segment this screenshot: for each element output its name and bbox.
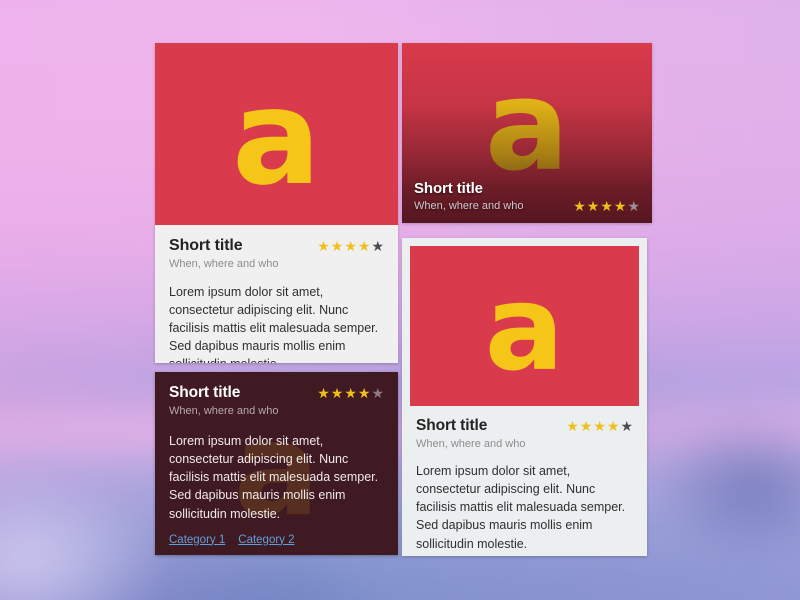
card-framed-title: Short title — [416, 417, 488, 434]
star-icon: ★ — [344, 385, 357, 401]
star-icon: ★ — [586, 198, 600, 214]
card-framed-header: Short title When, where and who ★ ★ ★ ★ … — [416, 417, 633, 451]
category-link-1[interactable]: Category 1 — [169, 534, 225, 546]
star-icon: ★ — [330, 385, 344, 401]
star-icon: ★ — [566, 418, 579, 434]
star-icon: ★ — [330, 238, 344, 254]
star-icon: ★ — [357, 238, 371, 254]
card-dark-title: Short title — [169, 384, 241, 401]
card-grid: a Short title When, where and who ★ ★ ★ … — [0, 0, 800, 600]
card-dark-header: Short title When, where and who ★ ★ ★ ★ … — [169, 384, 384, 418]
media-letter-a-icon: a — [231, 60, 322, 215]
card-standard-excerpt: Lorem ipsum dolor sit amet, consectetur … — [169, 284, 379, 363]
card-framed-excerpt: Lorem ipsum dolor sit amet, consectetur … — [416, 464, 626, 551]
card-dark-rating[interactable]: ★ ★ ★ ★ ★ — [317, 384, 384, 400]
star-icon: ★ — [344, 238, 357, 254]
star-icon: ★ — [600, 198, 613, 214]
card-framed-media[interactable]: a — [410, 246, 639, 406]
star-icon: ★ — [579, 418, 593, 434]
card-framed[interactable]: a Short title When, where and who ★ ★ ★ … — [402, 238, 647, 556]
card-dark-body: Short title When, where and who ★ ★ ★ ★ … — [155, 372, 398, 555]
card-standard-subtitle: When, where and who — [169, 258, 279, 271]
category-link-2[interactable]: Category 2 — [238, 534, 294, 546]
card-standard-media[interactable]: a — [155, 43, 398, 225]
card-overlay-subtitle: When, where and who — [414, 199, 524, 212]
card-dark-subtitle: When, where and who — [169, 404, 279, 417]
star-empty-icon: ★ — [371, 385, 384, 401]
card-dark-categories: Category 1 Category 2 — [169, 534, 384, 546]
card-standard-header: Short title When, where and who ★ ★ ★ ★ … — [169, 237, 384, 272]
card-standard-rating[interactable]: ★ ★ ★ ★ ★ — [317, 237, 384, 253]
star-icon: ★ — [613, 198, 627, 214]
star-empty-icon: ★ — [371, 238, 384, 254]
star-icon: ★ — [593, 418, 606, 434]
star-icon: ★ — [317, 385, 330, 401]
star-empty-icon: ★ — [627, 198, 640, 214]
card-overlay-rating[interactable]: ★ ★ ★ ★ ★ — [573, 197, 640, 213]
star-icon: ★ — [317, 238, 330, 254]
card-overlay-body: Short title When, where and who ★ ★ ★ ★ … — [402, 170, 652, 223]
star-empty-icon: ★ — [620, 418, 633, 434]
card-dark-excerpt: Lorem ipsum dolor sit amet, consectetur … — [169, 434, 379, 521]
card-standard[interactable]: a Short title When, where and who ★ ★ ★ … — [155, 43, 398, 363]
card-framed-rating[interactable]: ★ ★ ★ ★ ★ — [566, 417, 633, 433]
card-overlay[interactable]: a Short title When, where and who ★ ★ ★ … — [402, 43, 652, 223]
card-standard-title: Short title — [169, 237, 243, 254]
card-overlay-meta-row: When, where and who ★ ★ ★ ★ ★ — [414, 197, 640, 213]
card-framed-body: Short title When, where and who ★ ★ ★ ★ … — [410, 406, 639, 556]
media-letter-a-icon: a — [484, 258, 565, 397]
card-framed-subtitle: When, where and who — [416, 437, 526, 450]
star-icon: ★ — [573, 198, 586, 214]
card-overlay-title: Short title — [414, 179, 483, 197]
star-icon: ★ — [606, 418, 620, 434]
card-dark[interactable]: a Short title When, where and who ★ ★ ★ … — [155, 372, 398, 555]
star-icon: ★ — [357, 385, 371, 401]
card-standard-body: Short title When, where and who ★ ★ ★ ★ … — [155, 225, 398, 363]
